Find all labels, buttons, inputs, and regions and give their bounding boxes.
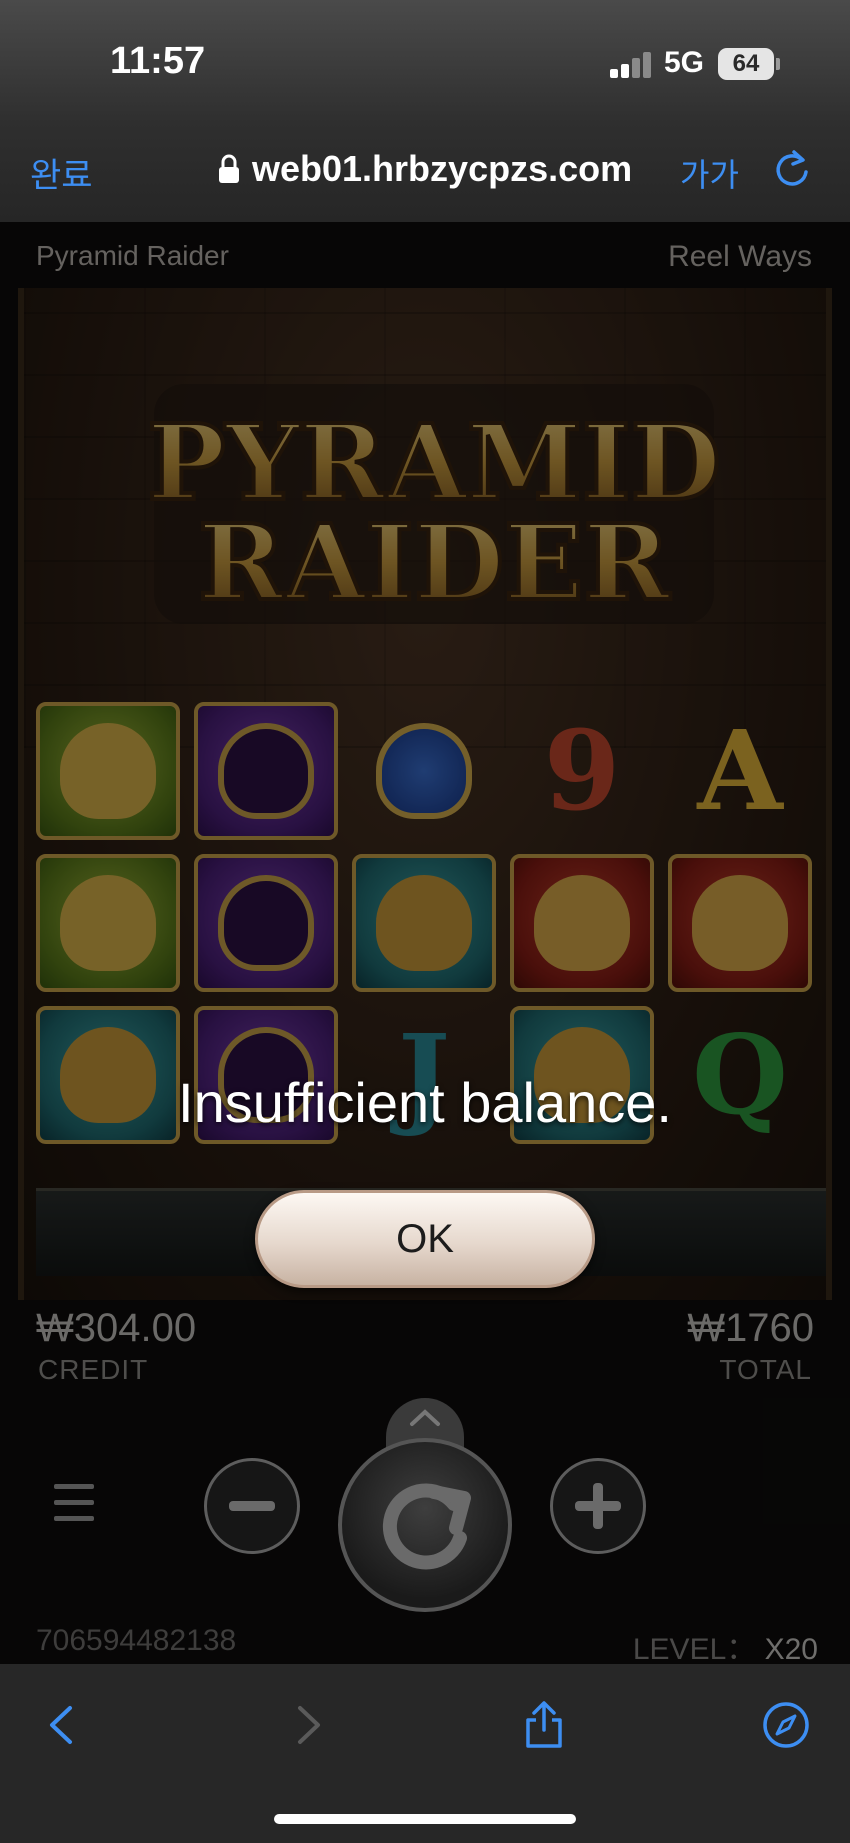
- credit-value: ₩304.00: [36, 1306, 197, 1350]
- lock-icon: [219, 154, 239, 183]
- cellular-signal-icon: [610, 52, 652, 78]
- credit-label: CREDIT: [38, 1354, 149, 1385]
- chevron-up-icon: [410, 1409, 440, 1426]
- home-indicator: [274, 1814, 576, 1824]
- back-icon[interactable]: [38, 1700, 86, 1750]
- session-id: 706594482138: [36, 1624, 237, 1657]
- battery-tip: [776, 58, 780, 70]
- total-label: TOTAL: [719, 1354, 812, 1385]
- share-icon[interactable]: [520, 1700, 568, 1750]
- compass-icon[interactable]: [762, 1700, 810, 1750]
- spin-button[interactable]: [338, 1438, 512, 1612]
- ok-button[interactable]: OK: [255, 1190, 595, 1288]
- minus-icon: [229, 1501, 275, 1511]
- done-button[interactable]: 완료: [30, 148, 93, 197]
- reload-icon[interactable]: [772, 148, 812, 190]
- spin-arrow-icon: [382, 1483, 471, 1570]
- menu-icon[interactable]: [54, 1484, 94, 1522]
- level-label: LEVEL：: [632, 1633, 757, 1666]
- battery-icon: 64: [718, 48, 774, 80]
- increase-bet-button[interactable]: [550, 1458, 646, 1554]
- total-value: ₩1760: [687, 1306, 814, 1350]
- forward-icon: [298, 1706, 320, 1744]
- url-field[interactable]: web01.hrbzycpzs.com: [252, 148, 632, 190]
- game-area: Pyramid Raider Reel Ways PYRAMID RAIDER: [0, 222, 850, 1666]
- text-size-button[interactable]: 가가: [680, 150, 739, 196]
- level-indicator: LEVEL： X20: [633, 1624, 818, 1668]
- plus-icon: [575, 1483, 621, 1529]
- status-time: 11:57: [110, 40, 206, 82]
- decrease-bet-button[interactable]: [204, 1458, 300, 1554]
- dialog-message: Insufficient balance.: [178, 1071, 672, 1134]
- browser-top-chrome: 11:57 5G 64 완료 web01.hrbzycpzs.com 가가: [0, 0, 850, 222]
- level-value: X20: [764, 1633, 818, 1666]
- network-type: 5G: [664, 46, 705, 79]
